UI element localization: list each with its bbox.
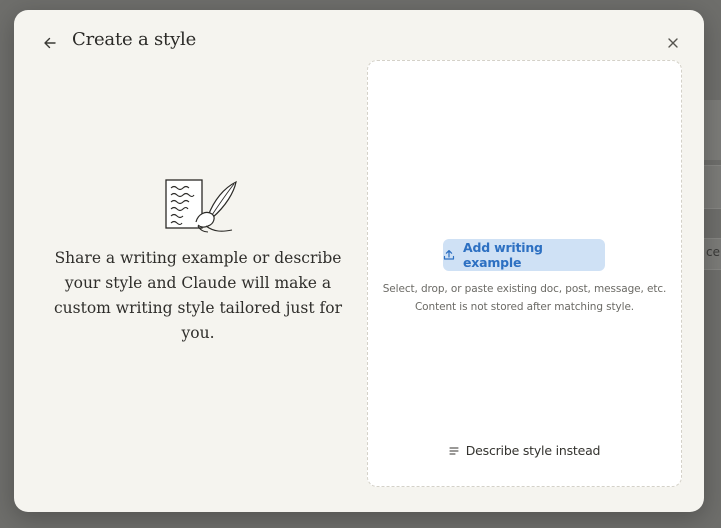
text-lines-icon: [449, 446, 459, 455]
intro-description: Share a writing example or describe your…: [54, 249, 342, 342]
describe-style-label: Describe style instead: [465, 443, 601, 458]
add-writing-example-button[interactable]: Add writing example: [443, 239, 605, 271]
close-icon: [668, 38, 678, 48]
intro-pane: Share a writing example or describe your…: [38, 72, 358, 492]
describe-style-button[interactable]: Describe style instead: [368, 443, 681, 458]
back-button[interactable]: [38, 31, 62, 55]
create-style-modal: Create a style Share a writing example o…: [14, 10, 704, 512]
modal-title: Create a style: [72, 29, 197, 50]
writing-quill-illustration: [162, 176, 240, 234]
writing-example-dropzone[interactable]: Add writing example Select, drop, or pas…: [367, 60, 682, 487]
dropzone-helper-text: Select, drop, or paste existing doc, pos…: [382, 283, 667, 295]
backdrop-partial-text: ce: [706, 245, 720, 259]
add-writing-example-label: Add writing example: [462, 240, 543, 270]
close-button[interactable]: [662, 32, 684, 54]
upload-icon: [443, 250, 455, 260]
arrow-left-icon: [44, 37, 56, 49]
dropzone-privacy-note: Content is not stored after matching sty…: [414, 301, 635, 313]
